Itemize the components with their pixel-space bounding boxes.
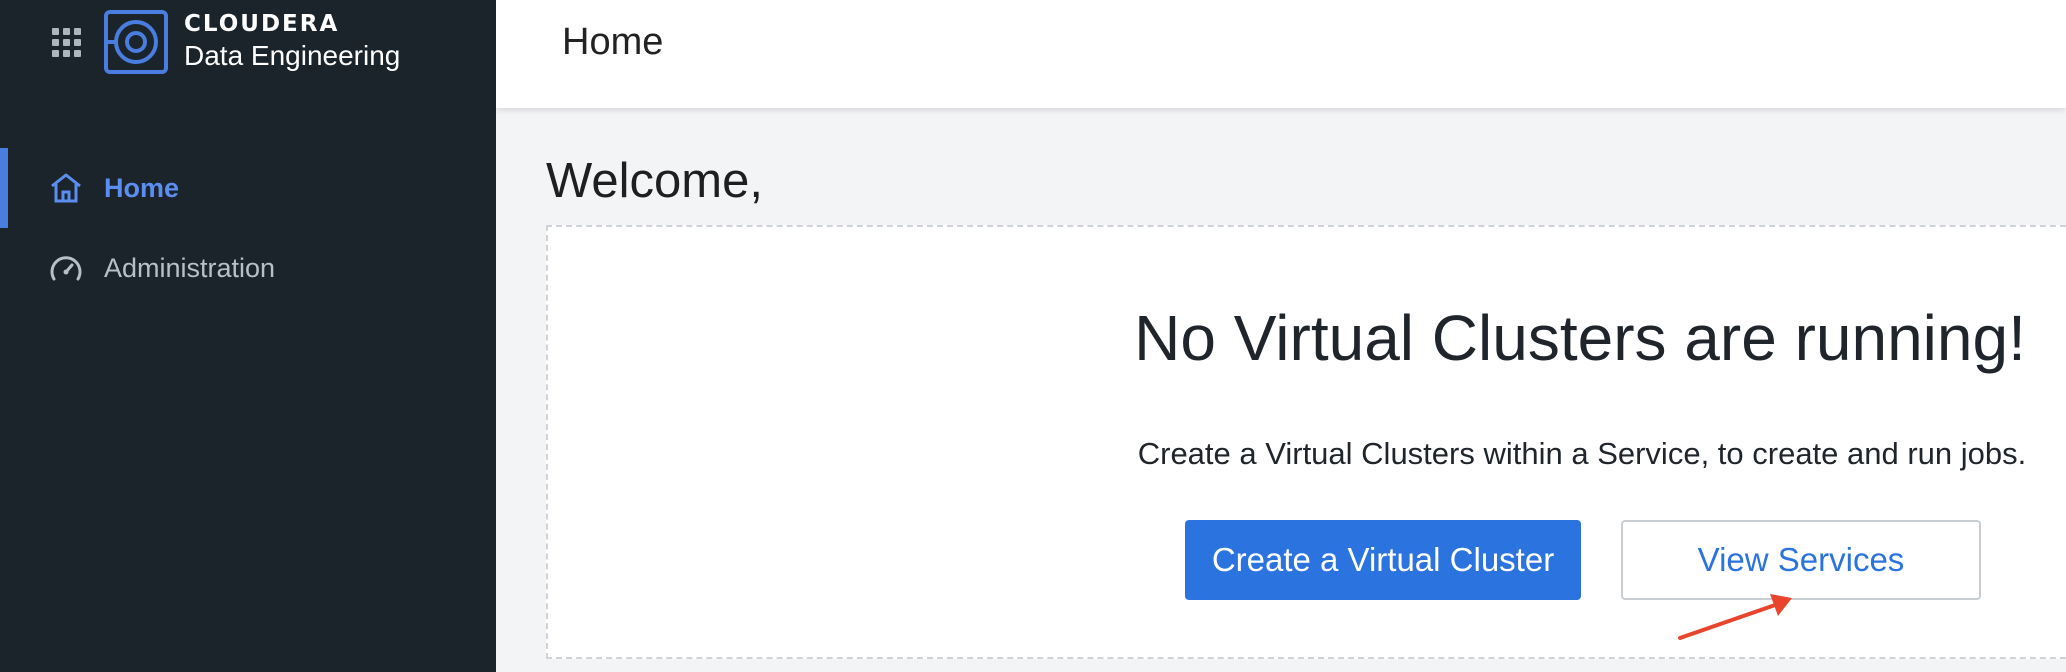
brand-product: Data Engineering [184, 40, 401, 71]
create-virtual-cluster-button[interactable]: Create a Virtual Cluster [1185, 520, 1581, 600]
sidebar-item-administration[interactable]: Administration [0, 228, 496, 308]
brand: CLOUDERA Data Engineering [184, 10, 400, 73]
page-title: Home [562, 21, 664, 63]
speedometer-icon [50, 256, 82, 281]
sidebar-item-label: Home [104, 173, 180, 203]
arrow-pointing-icon [1678, 594, 1792, 640]
header: Home [496, 0, 2066, 108]
empty-state-description: Create a Virtual Clusters within a Servi… [1137, 436, 2027, 471]
app-grid-icon[interactable] [52, 28, 82, 58]
sidebar-item-home[interactable]: Home [0, 148, 496, 228]
brand-name: CLOUDERA [184, 11, 340, 37]
active-indicator [0, 148, 8, 228]
cloudera-logo-icon [104, 10, 168, 74]
sidebar: CLOUDERA Data Engineering Home Administr… [0, 0, 496, 672]
empty-state-heading: No Virtual Clusters are running! [1134, 302, 2026, 374]
welcome-heading: Welcome, [546, 154, 763, 208]
sidebar-item-label: Administration [104, 253, 276, 283]
home-icon [51, 173, 81, 203]
